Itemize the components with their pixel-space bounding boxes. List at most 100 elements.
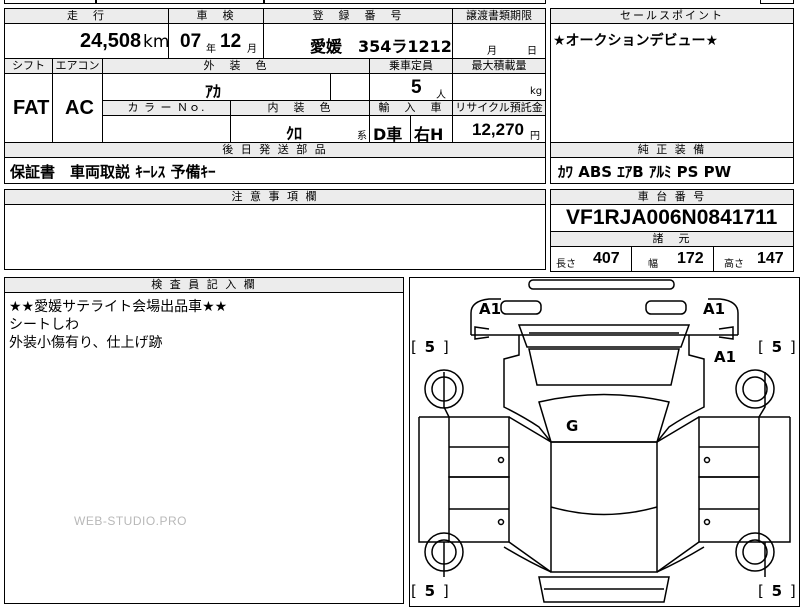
tire-bracket-rear-left: [5] (411, 582, 449, 600)
wheel-front-right (735, 369, 775, 409)
specs-divider-1 (631, 246, 632, 272)
height-label: 高さ (724, 259, 744, 270)
side-mirror-right (718, 326, 734, 340)
recycle-fee-unit: 円 (530, 131, 540, 142)
import-car-divider (410, 115, 411, 143)
recycle-fee-header: リサイクル預託金 (452, 100, 546, 116)
wheel-rear-right (735, 532, 775, 572)
standard-equipment-header: 純 正 装 備 (550, 142, 794, 158)
inspection-month: 12 (220, 31, 242, 52)
max-load-header: 最大積載量 (452, 58, 546, 74)
recycle-fee-value: 12,270 (472, 120, 524, 139)
transfer-deadline-header: 譲渡書類期限 (452, 8, 546, 24)
windshield (528, 348, 680, 386)
top-partial-cell-1 (4, 0, 96, 4)
specs-header: 諸 元 (550, 231, 794, 247)
top-partial-cell-3 (264, 0, 546, 4)
body-outline-left (503, 335, 552, 443)
inspector-note-line-1: ★★愛媛サテライト会場出品車★★ (9, 299, 228, 315)
later-parts-text: 保証書 車両取説 ｷｰﾚｽ 予備ｷｰ (10, 163, 216, 181)
chassis-number-value: VF1RJA006N0841711 (566, 206, 778, 229)
length-value: 407 (593, 250, 620, 267)
mileage-header: 走 行 (4, 8, 169, 24)
headlight-right (645, 300, 687, 315)
tire-bracket-front-left: [5] (411, 338, 449, 356)
inspection-year: 07 (180, 31, 202, 52)
body-outline-right (656, 335, 705, 443)
tire-value-rear-left: 5 (424, 582, 436, 600)
damage-mark-roof: G (566, 417, 579, 435)
roof (538, 393, 670, 443)
damage-mark-front-left: A1 (479, 300, 502, 318)
notes-cell (4, 204, 546, 270)
color-no-cell (102, 115, 231, 143)
top-partial-cell-2 (96, 0, 264, 4)
car-diagram (418, 279, 791, 603)
exterior-color-header: 外 装 色 (102, 58, 370, 74)
color-no-header: カ ラ ー Ｎｏ. (102, 100, 231, 116)
headlight-left (500, 300, 542, 315)
side-mirror-left (474, 326, 490, 340)
left-pillar (508, 416, 552, 573)
shift-header: シフト (4, 58, 53, 74)
registration-number: 愛媛 354ラ1212 (310, 37, 452, 56)
tire-bracket-front-right: [5] (758, 338, 796, 356)
interior-color-suffix: 系 (357, 131, 367, 142)
mileage-unit: km (143, 32, 170, 52)
transfer-month-unit: 月 (487, 46, 497, 57)
front-end-outline (470, 298, 739, 335)
inspector-notes-header: 検 査 員 記 入 欄 (4, 277, 404, 293)
damage-mark-front-right: A1 (703, 300, 726, 318)
exterior-color-divider (330, 73, 331, 101)
hood (517, 324, 691, 348)
interior-color-value: ｸﾛ (286, 126, 303, 143)
inspection-header: 車 検 (168, 8, 264, 24)
import-car-header: 輸 入 車 (369, 100, 453, 116)
notes-header: 注 意 事 項 欄 (4, 189, 546, 205)
capacity-unit: 人 (436, 90, 446, 101)
right-fender (758, 372, 766, 577)
transfer-day-unit: 日 (527, 46, 537, 57)
front-bumper-bar (528, 279, 675, 290)
capacity-header: 乗車定員 (369, 58, 453, 74)
interior-color-header: 内 装 色 (230, 100, 370, 116)
length-label: 長さ (556, 259, 576, 270)
rear-window (550, 506, 658, 516)
right-pillar (656, 416, 700, 573)
top-partial-cell-4 (760, 0, 794, 4)
handle-right-2 (703, 518, 711, 526)
wheel-rear-right-inner (742, 539, 768, 565)
height-value: 147 (757, 250, 784, 267)
registration-header: 登 録 番 号 (263, 8, 453, 24)
watermark: WEB-STUDIO.PRO (74, 514, 188, 528)
handle-left-1 (497, 456, 505, 464)
inspector-note-line-3: 外装小傷有り、仕上げ跡 (9, 335, 163, 351)
inspector-note-line-2: シートしわ (9, 317, 79, 333)
specs-divider-2 (713, 246, 714, 272)
chassis-number-header: 車 台 番 号 (550, 189, 794, 205)
aircon-header: エアコン (52, 58, 103, 74)
tire-value-front-right: 5 (771, 338, 783, 356)
center-panel (550, 441, 658, 573)
standard-equipment-text: ｶﾜ ABS ｴｱB ｱﾙﾐ PS PW (558, 163, 732, 181)
damage-mark-right-fender: A1 (714, 348, 737, 366)
later-parts-header: 後 日 発 送 部 品 (4, 142, 546, 158)
width-value: 172 (677, 250, 704, 267)
load-unit: kg (530, 86, 543, 97)
tire-value-rear-right: 5 (771, 582, 783, 600)
width-label: 幅 (648, 259, 658, 270)
tire-value-front-left: 5 (424, 338, 436, 356)
left-sill (418, 416, 449, 543)
capacity-value: 5 (411, 77, 422, 98)
tire-bracket-rear-right: [5] (758, 582, 796, 600)
handle-right-1 (703, 456, 711, 464)
inspection-year-unit: 年 (206, 44, 216, 55)
aircon-value: AC (65, 97, 94, 119)
mileage-value: 24,508 (80, 30, 142, 52)
shift-value: FAT (13, 97, 50, 119)
sales-point-text: ★オークションデビュー★ (553, 33, 719, 49)
handle-left-2 (497, 518, 505, 526)
right-sill (759, 416, 791, 543)
wheel-front-right-inner (742, 376, 768, 402)
exterior-color-value: ｱｶ (205, 84, 222, 101)
